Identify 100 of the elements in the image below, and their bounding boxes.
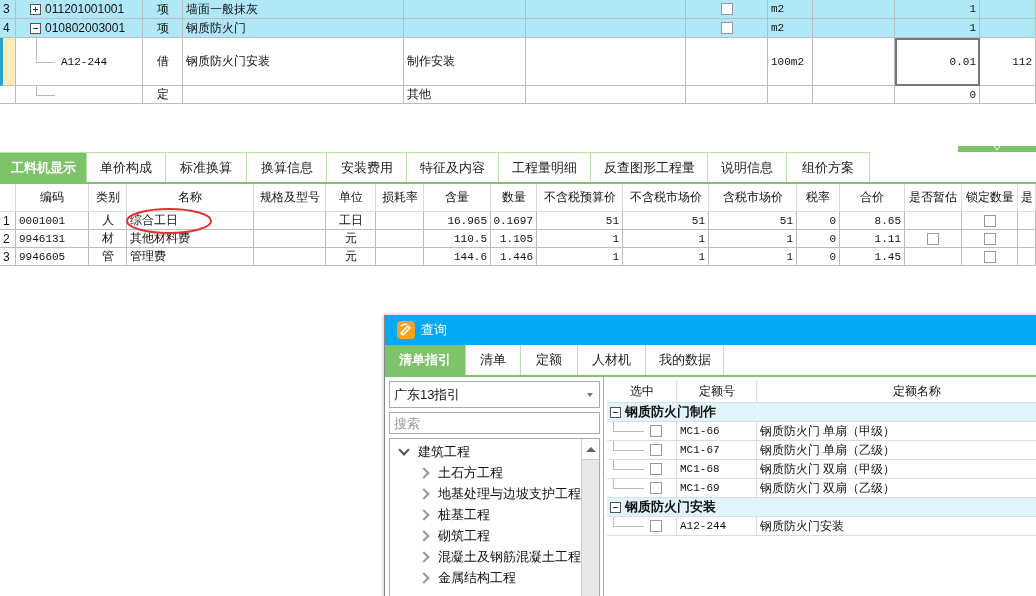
checkbox[interactable] bbox=[983, 250, 996, 263]
checkbox[interactable] bbox=[720, 3, 733, 15]
tree-item[interactable]: 土石方工程 bbox=[438, 463, 503, 482]
checkbox[interactable] bbox=[983, 214, 996, 227]
table-cell: 1.11 bbox=[840, 230, 905, 248]
table-cell bbox=[254, 248, 326, 266]
table-cell: 51 bbox=[537, 212, 623, 230]
tree-line bbox=[613, 460, 644, 470]
tab[interactable]: 安装费用 bbox=[327, 152, 407, 182]
tree-item[interactable]: 桩基工程 bbox=[438, 505, 490, 524]
tab[interactable]: 标准换算 bbox=[166, 152, 247, 182]
table-cell bbox=[376, 248, 424, 266]
table-cell: 制作安装 bbox=[404, 38, 526, 86]
unit-cell: 100m2 bbox=[768, 38, 813, 86]
column-header: 是否暂估 bbox=[905, 184, 962, 212]
table-cell: 110.5 bbox=[424, 230, 491, 248]
table-cell bbox=[254, 212, 326, 230]
tree-item[interactable]: 砌筑工程 bbox=[438, 526, 490, 545]
checkbox[interactable] bbox=[927, 232, 939, 245]
table-cell bbox=[980, 0, 1036, 19]
column-header: 含量 bbox=[424, 184, 491, 212]
table-cell: 人 bbox=[89, 212, 127, 230]
row-number: 1 bbox=[0, 212, 16, 230]
expand-icon[interactable] bbox=[30, 3, 41, 15]
panel-handle[interactable] bbox=[958, 146, 1036, 152]
table-cell: 钢质防火门安装 bbox=[757, 517, 1036, 536]
checkbox[interactable] bbox=[650, 425, 662, 437]
table-cell: 0 bbox=[797, 212, 840, 230]
group-row[interactable]: 钢质防火门安装 bbox=[607, 498, 1036, 517]
table-cell bbox=[376, 230, 424, 248]
column-header: 含税市场价 bbox=[709, 184, 797, 212]
table-cell: 8.65 bbox=[840, 212, 905, 230]
category-cell: 定 bbox=[143, 86, 183, 104]
checkbox[interactable] bbox=[650, 520, 662, 532]
collapse-icon[interactable] bbox=[610, 406, 621, 418]
table-cell: 钢质防火门 双扇（甲级） bbox=[757, 460, 1036, 479]
table-cell: 9946605 bbox=[16, 248, 89, 266]
table-cell: 钢质防火门 单扇（乙级） bbox=[757, 441, 1036, 460]
category-cell: 借 bbox=[143, 38, 183, 86]
table-cell: 51 bbox=[623, 212, 709, 230]
column-header: 不含税预算价 bbox=[537, 184, 623, 212]
group-row[interactable]: 钢质防火门制作 bbox=[607, 403, 1036, 422]
table-cell: 1.105 bbox=[491, 230, 537, 248]
tree-line bbox=[613, 517, 644, 527]
name-cell: 钢质防火门 bbox=[183, 19, 404, 38]
table-cell: 0 bbox=[797, 248, 840, 266]
tab[interactable]: 换算信息 bbox=[247, 152, 327, 182]
category-cell: 项 bbox=[143, 19, 183, 38]
tab[interactable]: 说明信息 bbox=[708, 152, 787, 182]
table-cell: 1 bbox=[623, 248, 709, 266]
table-cell: 0 bbox=[797, 230, 840, 248]
search-field[interactable]: 搜索 bbox=[389, 412, 600, 434]
table-cell: 元 bbox=[326, 230, 376, 248]
chevron-down-icon bbox=[992, 146, 1002, 152]
tab[interactable]: 工程量明细 bbox=[499, 152, 591, 182]
table-cell: 1 bbox=[623, 230, 709, 248]
scrollbar[interactable] bbox=[581, 439, 599, 596]
table-cell: 16.965 bbox=[424, 212, 491, 230]
checkbox[interactable] bbox=[720, 22, 733, 34]
unit-cell: m2 bbox=[768, 0, 813, 19]
column-header: 单位 bbox=[326, 184, 376, 212]
checkbox[interactable] bbox=[983, 232, 996, 245]
table-cell: 材 bbox=[89, 230, 127, 248]
collapse-icon[interactable] bbox=[30, 22, 41, 34]
table-cell: A12-244 bbox=[677, 517, 757, 536]
tree-line bbox=[613, 479, 644, 489]
tree-item[interactable]: 金属结构工程 bbox=[438, 568, 516, 587]
unit-cell: m2 bbox=[768, 19, 813, 38]
table-cell: 管理费 bbox=[127, 248, 254, 266]
tree-item[interactable]: 地基处理与边坡支护工程 bbox=[438, 484, 581, 503]
tree-item[interactable]: 建筑工程 bbox=[418, 442, 470, 461]
checkbox[interactable] bbox=[650, 482, 662, 494]
table-cell bbox=[980, 19, 1036, 38]
table-cell: 144.6 bbox=[424, 248, 491, 266]
table-cell bbox=[0, 184, 16, 212]
collapse-icon[interactable] bbox=[610, 501, 621, 513]
row-number: 3 bbox=[0, 0, 16, 19]
quantity-cell: 0 bbox=[895, 86, 980, 104]
table-cell: 其他 bbox=[404, 86, 526, 104]
table-cell: MC1-66 bbox=[677, 422, 757, 441]
tab[interactable]: 单价构成 bbox=[87, 152, 166, 182]
quantity-cell: 1 bbox=[895, 0, 980, 19]
name-cell: 墙面一般抹灰 bbox=[183, 0, 404, 19]
table-cell bbox=[254, 230, 326, 248]
column-header: 编码 bbox=[16, 184, 89, 212]
tree-line bbox=[613, 441, 644, 451]
library-dropdown[interactable]: 广东13指引 bbox=[389, 381, 600, 408]
window-title: 查询 bbox=[421, 321, 447, 339]
quantity-cell: 1 bbox=[895, 19, 980, 38]
tab[interactable]: 特征及内容 bbox=[407, 152, 499, 182]
table-cell: 管 bbox=[89, 248, 127, 266]
row-number: 3 bbox=[0, 248, 16, 266]
checkbox[interactable] bbox=[650, 444, 662, 456]
scroll-up-icon[interactable] bbox=[585, 446, 596, 452]
table-cell: 1.45 bbox=[840, 248, 905, 266]
tab[interactable]: 组价方案 bbox=[787, 152, 870, 182]
tab[interactable]: 反查图形工程量 bbox=[591, 152, 708, 182]
checkbox[interactable] bbox=[650, 463, 662, 475]
tree-item[interactable]: 混凝土及钢筋混凝土工程 bbox=[438, 547, 581, 566]
table-cell: 9946131 bbox=[16, 230, 89, 248]
